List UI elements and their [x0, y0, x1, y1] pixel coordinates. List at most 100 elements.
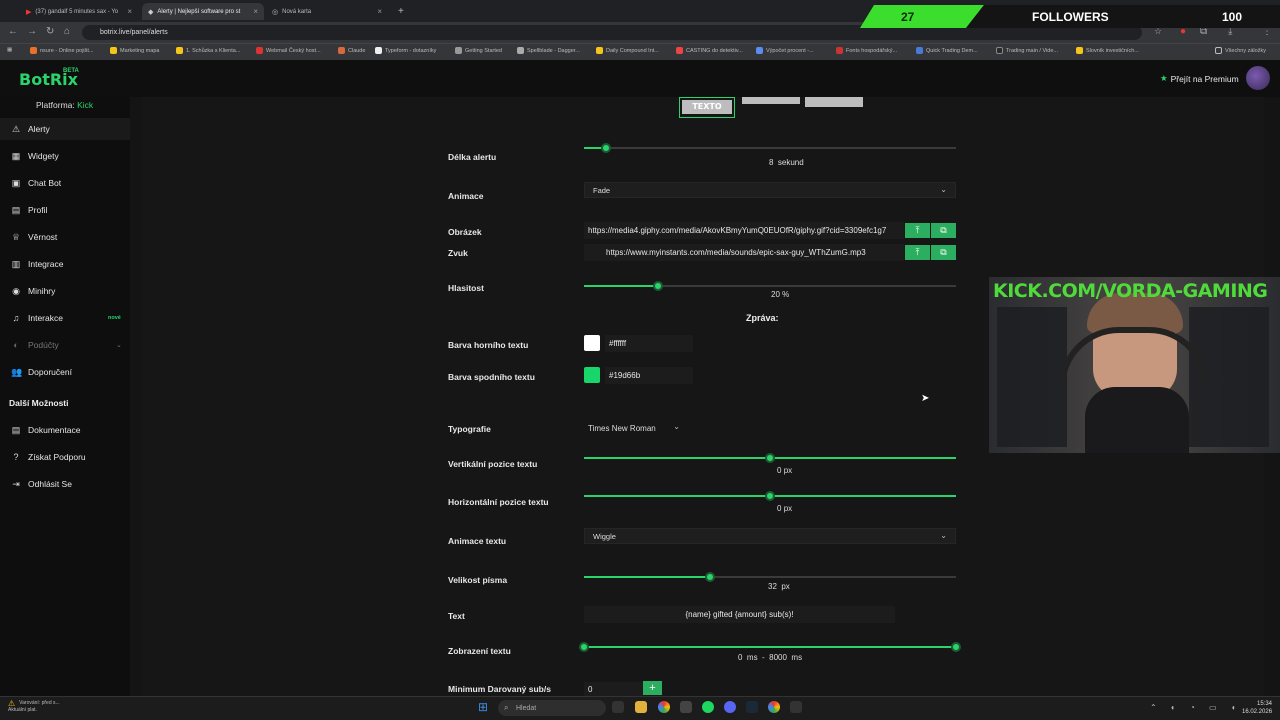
font-size-slider[interactable]	[584, 572, 956, 582]
sidebar-item-podpora[interactable]: ? Získat Podporu	[0, 446, 130, 468]
bookmark-item[interactable]: Typeform - dotazníky	[375, 47, 436, 54]
slider-handle[interactable]	[765, 491, 775, 501]
spotify-icon[interactable]	[702, 701, 714, 713]
increment-button[interactable]: +	[643, 681, 662, 695]
premium-label: Přejít na Premium	[1170, 73, 1239, 84]
typography-select[interactable]: Times New Roman ⌄	[584, 420, 688, 436]
bottom-color-input[interactable]: #19d66b	[605, 367, 693, 384]
alert-length-slider[interactable]	[584, 143, 956, 153]
app-icon[interactable]	[680, 701, 692, 713]
apps-icon[interactable]: ▦	[7, 47, 12, 53]
taskbar-search[interactable]: ⌕ Hledat	[498, 700, 606, 716]
sidebar-item-label: Integrace	[28, 259, 64, 269]
bookmark-item[interactable]: 1. Schůzka s Klienta...	[176, 47, 240, 54]
range-end-handle[interactable]	[951, 642, 961, 652]
close-tab-icon[interactable]: ×	[377, 7, 382, 16]
avatar[interactable]	[1246, 66, 1270, 90]
sidebar-item-chat-bot[interactable]: ▣ Chat Bot	[0, 172, 130, 194]
browser-tab-youtube[interactable]: ▶ (37) gandalf 5 minutes sax - Yo ×	[20, 3, 138, 20]
sidebar-item-poducty[interactable]: ◐ Podúčty ⌄	[0, 334, 130, 356]
bookmark-item[interactable]: Trading main / Vide...	[996, 47, 1058, 54]
taskbar-notice[interactable]: ⚠ Varování: před s... Aktuální plat.	[8, 700, 60, 714]
upload-image-button[interactable]: ⤒	[905, 223, 930, 238]
font-size-label: Velikost písma	[448, 575, 508, 585]
beta-badge: BETA	[63, 68, 79, 74]
gallery-sound-button[interactable]: ⧉	[931, 245, 956, 260]
bookmark-item[interactable]: Claude	[338, 47, 365, 54]
upload-sound-button[interactable]: ⤒	[905, 245, 930, 260]
sidebar-item-label: Doporučení	[28, 367, 72, 377]
vpos-slider[interactable]	[584, 453, 956, 463]
bookmark-item[interactable]: Fonts hospodářský...	[836, 47, 897, 54]
sidebar-item-interakce[interactable]: ♫ Interakce nové	[0, 307, 130, 329]
alert-text-input[interactable]: {name} gifted {amount} sub(s)!	[584, 606, 895, 623]
app-icon[interactable]	[790, 701, 802, 713]
display-range-slider[interactable]	[579, 642, 961, 652]
sidebar-item-widgety[interactable]: ▦ Widgety	[0, 145, 130, 167]
youtube-icon: ▶	[26, 8, 32, 16]
bookmark-item[interactable]: Quick Trading Dem...	[916, 47, 978, 54]
bookmark-item[interactable]: Getting Started	[455, 47, 502, 54]
chrome-icon[interactable]	[768, 701, 780, 713]
top-color-swatch[interactable]	[584, 335, 600, 351]
browser-tab-botrix[interactable]: ◆ Alerty | Nejlepší software pro st ×	[142, 3, 264, 20]
tab-text[interactable]: TEXTO	[679, 97, 735, 118]
bookmark-item[interactable]: Slovník investičních...	[1076, 47, 1139, 54]
sidebar-item-vernost[interactable]: ♕ Věrnost	[0, 226, 130, 248]
close-tab-icon[interactable]: ×	[127, 7, 132, 16]
new-tab-button[interactable]: +	[392, 3, 408, 20]
discord-icon[interactable]	[724, 701, 736, 713]
message-heading: Zpráva:	[746, 313, 779, 323]
bookmark-item[interactable]: Výpočet procent -...	[756, 47, 814, 54]
bookmark-item[interactable]: Webmail Český host...	[256, 47, 321, 54]
typography-value: Times New Roman	[588, 423, 656, 433]
sidebar-item-alerty[interactable]: ⚠ Alerty	[0, 118, 130, 140]
steam-icon[interactable]	[746, 701, 758, 713]
min-subs-input[interactable]: 0	[584, 682, 644, 696]
vpos-value: 0 px	[777, 466, 793, 475]
search-placeholder: Hledat	[516, 704, 537, 712]
new-badge: nové	[108, 315, 121, 321]
text-anim-value: Wiggle	[593, 531, 616, 541]
sidebar-item-doporuceni[interactable]: 👥 Doporučení	[0, 361, 130, 383]
slider-handle[interactable]	[765, 453, 775, 463]
sidebar-item-label: Widgety	[28, 151, 59, 161]
forward-icon[interactable]: →	[27, 26, 37, 37]
home-icon[interactable]: ⌂	[64, 26, 70, 37]
sidebar-item-integrace[interactable]: ▥ Integrace	[0, 253, 130, 275]
text-anim-select[interactable]: Wiggle ⌄	[584, 528, 956, 544]
browser-tab-new[interactable]: ◎ Nová karta ×	[266, 3, 388, 20]
explorer-icon[interactable]	[635, 701, 647, 713]
bookmark-item[interactable]: CASTING do detektiv...	[676, 47, 743, 54]
bottom-color-swatch[interactable]	[584, 367, 600, 383]
bookmark-item[interactable]: nsure - Online pojišt...	[30, 47, 94, 54]
chrome-icon[interactable]	[658, 701, 670, 713]
volume-slider[interactable]	[584, 281, 956, 291]
top-color-input[interactable]: #ffffff	[605, 335, 693, 352]
premium-link[interactable]: ★ Přejít na Premium	[1160, 73, 1239, 84]
back-icon[interactable]: ←	[8, 26, 18, 37]
animation-select[interactable]: Fade ⌄	[584, 182, 956, 198]
all-bookmarks[interactable]: Všechny záložky	[1215, 47, 1266, 54]
bottom-color-label: Barva spodního textu	[448, 372, 535, 382]
windows-start-icon[interactable]: ⊞	[478, 700, 488, 714]
sidebar-item-profil[interactable]: ▤ Profil	[0, 199, 130, 221]
sound-url-input[interactable]: https://www.myinstants.com/media/sounds/…	[584, 244, 904, 261]
tab-option[interactable]	[805, 97, 863, 107]
bookmark-item[interactable]: Spellblade - Dagger...	[517, 47, 580, 54]
tab-option[interactable]	[742, 97, 800, 104]
reload-icon[interactable]: ↻	[46, 26, 54, 37]
range-start-handle[interactable]	[579, 642, 589, 652]
sidebar-item-odhlasit[interactable]: ⇥ Odhlásit Se	[0, 473, 130, 495]
gallery-image-button[interactable]: ⧉	[931, 223, 956, 238]
hpos-slider[interactable]	[584, 491, 956, 501]
sidebar-item-minihry[interactable]: ◉ Minihry	[0, 280, 130, 302]
sidebar-item-dokumentace[interactable]: ▤ Dokumentace	[0, 419, 130, 441]
bookmark-item[interactable]: Daily Compound Int...	[596, 47, 659, 54]
close-tab-icon[interactable]: ×	[253, 7, 258, 16]
task-view-icon[interactable]	[612, 701, 624, 713]
taskbar-clock[interactable]: 15:34 16.02.2026	[1242, 700, 1272, 716]
image-url-input[interactable]: https://media4.giphy.com/media/AkovKBmyY…	[584, 222, 904, 239]
system-tray-icons[interactable]: ⌃ ◐ ◔ ▭ ◖	[1150, 703, 1242, 712]
bookmark-item[interactable]: Marketing mapa	[110, 47, 159, 54]
